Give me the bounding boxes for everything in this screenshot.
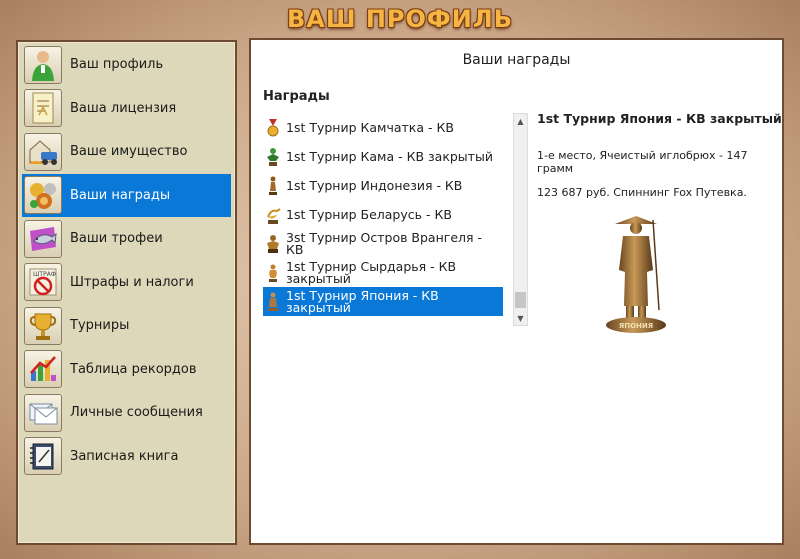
- stork-trophy-icon: [265, 204, 281, 226]
- samurai-trophy-icon: [265, 291, 281, 313]
- award-item-kamchatka[interactable]: 1st Турнир Камчатка - КВ: [263, 113, 503, 142]
- fish-trophy-icon: [24, 219, 62, 258]
- scroll-thumb[interactable]: [515, 292, 526, 308]
- medals-icon: [24, 176, 62, 215]
- award-item-japan[interactable]: 1st Турнир Япония - КВ закрытый: [263, 287, 503, 316]
- sidebar-item-label: Записная книга: [70, 448, 179, 464]
- sidebar-item-property[interactable]: Ваше имущество: [22, 130, 231, 174]
- award-label: 1st Турнир Сырдарья - КВ закрытый: [286, 258, 457, 286]
- sidebar-item-records[interactable]: Таблица рекордов: [22, 348, 231, 392]
- figure-trophy-icon: [265, 233, 281, 255]
- award-detail-description: 1-е место, Ячеистый иглобрюх - 147 грамм: [537, 149, 748, 175]
- title-bar: ВАШ ПРОФИЛЬ: [0, 0, 800, 38]
- awards-section-label: Награды: [263, 89, 330, 104]
- vase-trophy-icon: [265, 262, 281, 284]
- messages-icon: [24, 393, 62, 432]
- award-label: 3st Турнир Остров Врангеля - КВ: [286, 229, 483, 257]
- samurai-statue-icon: ЯПОНИЯ: [601, 210, 671, 340]
- property-icon: [24, 132, 62, 171]
- sidebar-item-awards[interactable]: Ваши награды: [22, 173, 231, 217]
- award-item-indonesia[interactable]: 1st Турнир Индонезия - КВ: [263, 171, 503, 200]
- statuette-icon: [265, 175, 281, 197]
- award-item-wrangel[interactable]: 3st Турнир Остров Врангеля - КВ: [263, 229, 503, 258]
- sidebar-item-trophies[interactable]: Ваши трофеи: [22, 217, 231, 261]
- panel-title: Ваши награды: [462, 52, 571, 68]
- award-label: 1st Турнир Кама - КВ закрытый: [286, 148, 493, 164]
- sidebar-item-label: Турниры: [70, 318, 130, 334]
- sidebar-item-fines[interactable]: ШТРАФ Штрафы и налоги: [22, 261, 231, 305]
- records-chart-icon: [24, 350, 62, 389]
- sidebar-item-profile[interactable]: Ваш профиль: [22, 43, 231, 87]
- page-title: ВАШ ПРОФИЛЬ: [286, 5, 514, 33]
- fines-icon: ШТРАФ: [24, 263, 62, 302]
- sidebar-item-tournaments[interactable]: Турниры: [22, 304, 231, 348]
- license-icon: [24, 89, 62, 128]
- award-item-belarus[interactable]: 1st Турнир Беларусь - КВ: [263, 200, 503, 229]
- award-detail-title: 1st Турнир Япония - КВ закрытый: [537, 111, 782, 126]
- main-panel: Ваши награды Награды 1st Турнир Камчатка…: [249, 38, 784, 545]
- award-figure-icon: [265, 146, 281, 168]
- award-item-kama[interactable]: 1st Турнир Кама - КВ закрытый: [263, 142, 503, 171]
- scroll-down-icon[interactable]: ▼: [514, 311, 527, 325]
- sidebar-item-label: Штрафы и налоги: [70, 274, 194, 290]
- sidebar-item-notebook[interactable]: Записная книга: [22, 435, 231, 479]
- sidebar: Ваш профиль Ваша лицензия Ваше имущество…: [16, 40, 237, 545]
- sidebar-item-label: Ваш профиль: [70, 57, 164, 73]
- sidebar-item-label: Таблица рекордов: [70, 361, 197, 377]
- award-item-syrdarya[interactable]: 1st Турнир Сырдарья - КВ закрытый: [263, 258, 503, 287]
- trophy-label: ЯПОНИЯ: [619, 322, 653, 330]
- award-label: 1st Турнир Япония - КВ закрытый: [286, 287, 439, 315]
- awards-list: 1st Турнир Камчатка - КВ 1st Турнир Кама…: [263, 113, 503, 324]
- scroll-up-icon[interactable]: ▲: [514, 114, 527, 128]
- award-label: 1st Турнир Индонезия - КВ: [286, 177, 463, 193]
- awards-scrollbar[interactable]: ▲ ▼: [513, 113, 528, 326]
- award-label: 1st Турнир Беларусь - КВ: [286, 206, 452, 222]
- notebook-icon: [24, 437, 62, 476]
- sidebar-item-license[interactable]: Ваша лицензия: [22, 87, 231, 131]
- sidebar-item-label: Ваши награды: [70, 187, 171, 203]
- sidebar-item-label: Ваши трофеи: [70, 231, 163, 247]
- sidebar-item-label: Личные сообщения: [70, 405, 203, 421]
- award-label: 1st Турнир Камчатка - КВ: [286, 119, 454, 135]
- sidebar-item-label: Ваша лицензия: [70, 100, 177, 116]
- award-detail-prize: 123 687 руб. Спиннинг Fox Путевка.: [537, 186, 747, 199]
- cup-icon: [24, 306, 62, 345]
- medal-icon: [265, 117, 281, 139]
- sidebar-item-label: Ваше имущество: [70, 144, 188, 160]
- user-icon: [24, 45, 62, 84]
- sidebar-item-messages[interactable]: Личные сообщения: [22, 391, 231, 435]
